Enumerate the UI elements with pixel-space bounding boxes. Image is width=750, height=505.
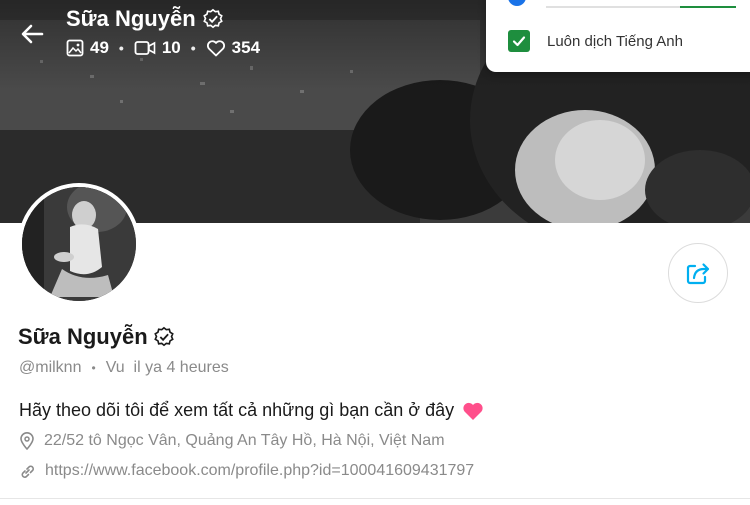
- popup-track-fill: [680, 6, 736, 8]
- stat-videos[interactable]: 10: [134, 38, 181, 58]
- heart-icon: [206, 40, 225, 57]
- profile-name: Sữa Nguyễn: [18, 324, 148, 349]
- section-divider: [0, 498, 750, 499]
- website-link[interactable]: https://www.facebook.com/profile.php?id=…: [45, 462, 474, 480]
- header-name: Sữa Nguyễn: [66, 6, 196, 31]
- link-icon: [21, 465, 34, 478]
- meta-separator: •: [91, 361, 96, 375]
- profile-handle[interactable]: @milknn: [19, 359, 81, 377]
- profile-page: Sữa Nguyễn 49 • 10 • 354 Luôn dịch Tiếng…: [0, 0, 750, 505]
- avatar[interactable]: [18, 183, 140, 305]
- likes-count: 354: [231, 38, 261, 57]
- bio-text: Hãy theo dõi tôi để xem tất cả những gì …: [19, 400, 455, 420]
- always-translate-label[interactable]: Luôn dịch Tiếng Anh: [547, 33, 683, 50]
- profile-bio: Hãy theo dõi tôi để xem tất cả những gì …: [19, 400, 484, 421]
- check-icon: [512, 36, 526, 47]
- back-arrow-icon: [21, 24, 44, 44]
- stat-likes[interactable]: 354: [206, 38, 260, 58]
- stat-photos[interactable]: 49: [66, 38, 109, 58]
- header-title: Sữa Nguyễn: [66, 6, 224, 32]
- header-stats: 49 • 10 • 354: [66, 38, 260, 58]
- profile-name-row: Sữa Nguyễn: [18, 324, 175, 350]
- photos-count: 49: [90, 38, 109, 57]
- profile-meta: @milknn • Vu il ya 4 heures: [19, 359, 229, 377]
- video-icon: [134, 41, 156, 55]
- share-button[interactable]: [668, 243, 728, 303]
- location-pin-icon: [20, 432, 34, 450]
- videos-count: 10: [161, 38, 181, 57]
- translate-popup: Luôn dịch Tiếng Anh: [486, 0, 750, 72]
- image-icon: [66, 39, 84, 57]
- share-icon: [686, 263, 710, 285]
- stat-separator: •: [118, 40, 124, 56]
- last-seen: Vu il ya 4 heures: [105, 359, 229, 376]
- verified-icon: [202, 8, 223, 29]
- avatar-photo: [22, 187, 136, 301]
- verified-icon: [153, 326, 174, 347]
- always-translate-checkbox[interactable]: [508, 30, 530, 52]
- location-text: 22/52 tô Ngọc Vân, Quảng An Tây Hồ, Hà N…: [44, 432, 445, 449]
- back-button[interactable]: [18, 20, 46, 48]
- profile-location: 22/52 tô Ngọc Vân, Quảng An Tây Hồ, Hà N…: [19, 432, 445, 450]
- heart-emoji-icon: [463, 402, 483, 420]
- stat-separator: •: [190, 40, 196, 56]
- profile-website: https://www.facebook.com/profile.php?id=…: [19, 462, 474, 480]
- popup-toggle-knob[interactable]: [508, 0, 526, 6]
